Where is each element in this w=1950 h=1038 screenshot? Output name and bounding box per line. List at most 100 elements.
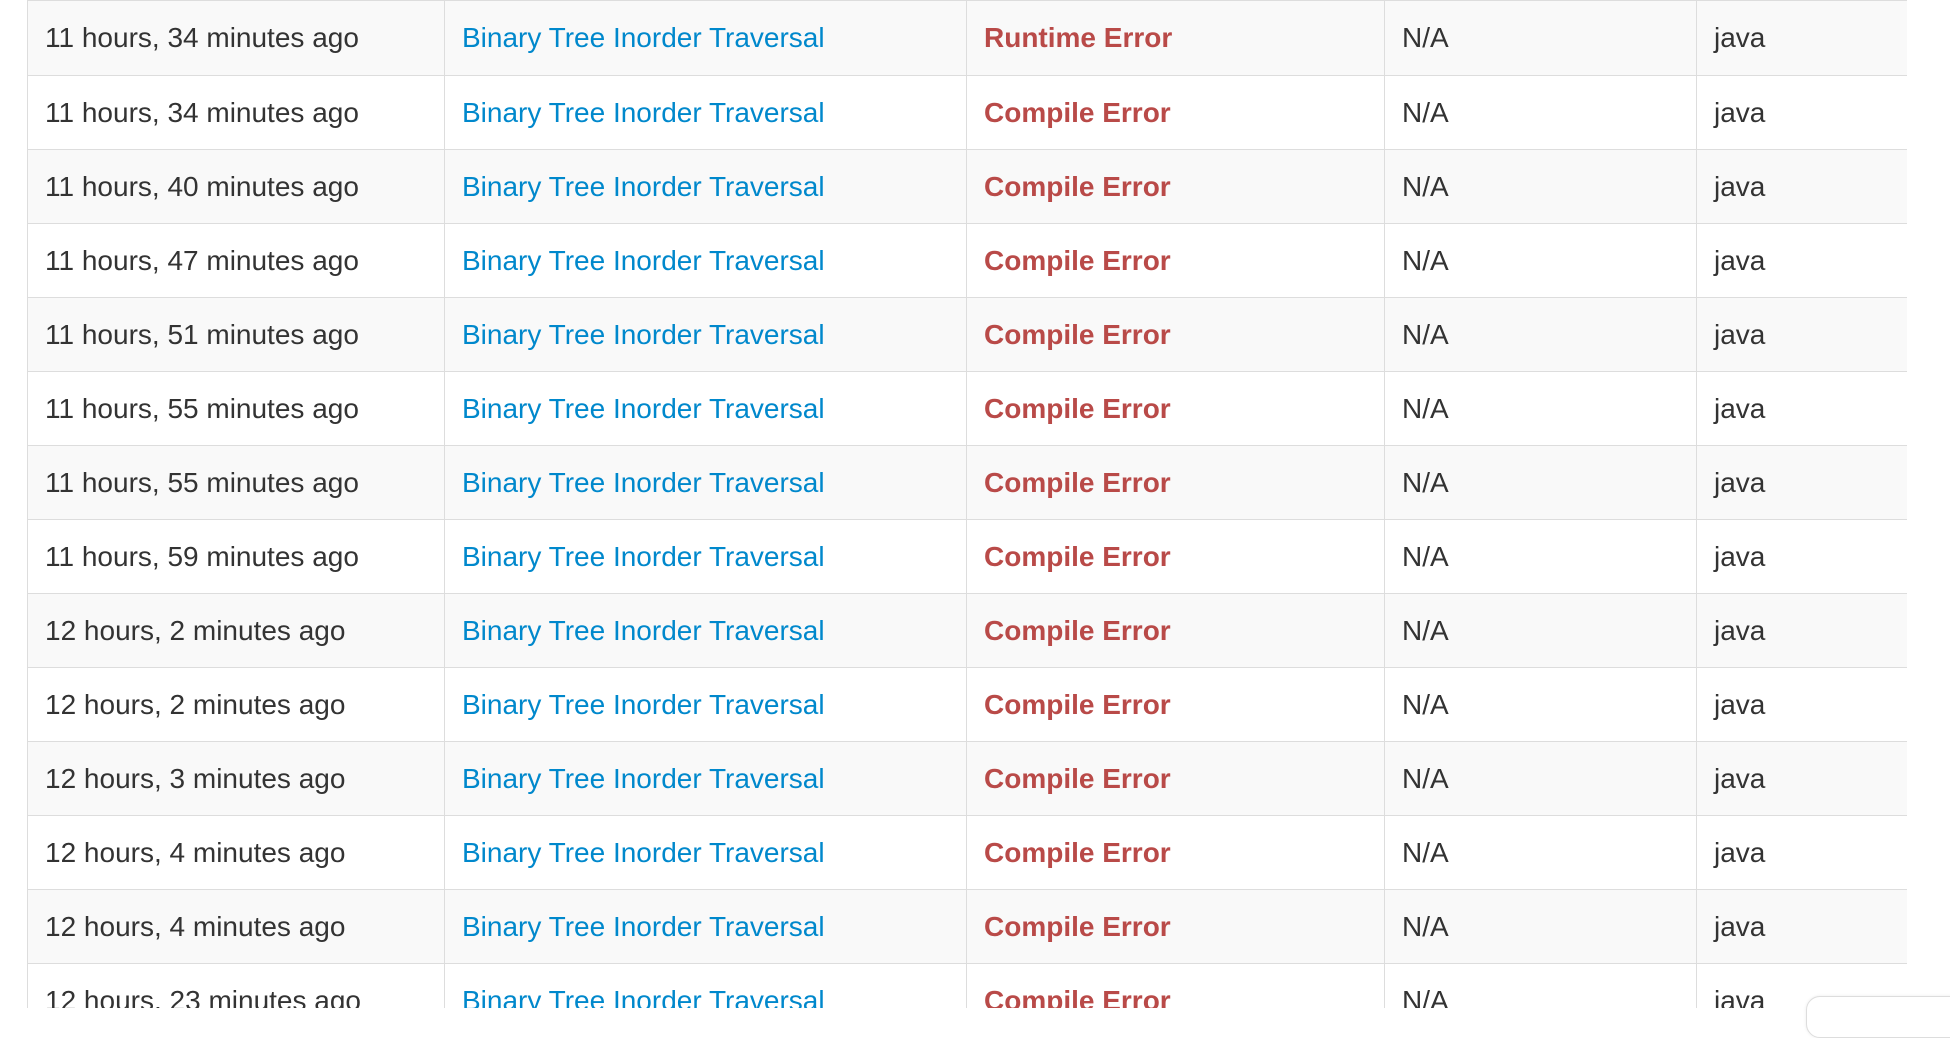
submission-row: 12 hours, 3 minutes ago Binary Tree Inor… (27, 741, 1907, 816)
submissions-table: 11 hours, 34 minutes ago Binary Tree Ino… (27, 0, 1907, 1008)
runtime-value: N/A (1384, 371, 1697, 446)
status-link[interactable]: Compile Error (984, 467, 1171, 498)
submitted-time: 12 hours, 2 minutes ago (27, 667, 445, 742)
status-link[interactable]: Compile Error (984, 245, 1171, 276)
runtime-value: N/A (1384, 741, 1697, 816)
submission-row: 11 hours, 59 minutes ago Binary Tree Ino… (27, 519, 1907, 594)
language-value: java (1696, 0, 1907, 76)
question-link[interactable]: Binary Tree Inorder Traversal (462, 763, 825, 794)
submitted-time: 12 hours, 4 minutes ago (27, 889, 445, 964)
submitted-time: 12 hours, 2 minutes ago (27, 593, 445, 668)
status-cell: Compile Error (966, 963, 1385, 1009)
submitted-time: 12 hours, 3 minutes ago (27, 741, 445, 816)
runtime-value: N/A (1384, 75, 1697, 150)
language-value: java (1696, 75, 1907, 150)
status-link[interactable]: Compile Error (984, 911, 1171, 942)
status-cell: Compile Error (966, 741, 1385, 816)
status-link[interactable]: Compile Error (984, 97, 1171, 128)
language-value: java (1696, 815, 1907, 890)
status-link[interactable]: Compile Error (984, 393, 1171, 424)
question-cell: Binary Tree Inorder Traversal (444, 741, 967, 816)
status-link[interactable]: Compile Error (984, 763, 1171, 794)
question-link[interactable]: Binary Tree Inorder Traversal (462, 837, 825, 868)
language-value: java (1696, 889, 1907, 964)
status-cell: Compile Error (966, 297, 1385, 372)
runtime-value: N/A (1384, 297, 1697, 372)
status-cell: Compile Error (966, 519, 1385, 594)
submitted-time: 11 hours, 40 minutes ago (27, 149, 445, 224)
floating-widget[interactable] (1806, 996, 1950, 1038)
status-link[interactable]: Compile Error (984, 319, 1171, 350)
question-link[interactable]: Binary Tree Inorder Traversal (462, 97, 825, 128)
question-cell: Binary Tree Inorder Traversal (444, 815, 967, 890)
language-value: java (1696, 741, 1907, 816)
status-link[interactable]: Compile Error (984, 985, 1171, 1009)
language-value: java (1696, 519, 1907, 594)
runtime-value: N/A (1384, 963, 1697, 1008)
language-value: java (1696, 371, 1907, 446)
status-link[interactable]: Compile Error (984, 837, 1171, 868)
question-link[interactable]: Binary Tree Inorder Traversal (462, 467, 825, 498)
submission-row: 12 hours, 2 minutes ago Binary Tree Inor… (27, 667, 1907, 742)
runtime-value: N/A (1384, 667, 1697, 742)
status-cell: Compile Error (966, 371, 1385, 446)
question-link[interactable]: Binary Tree Inorder Traversal (462, 541, 825, 572)
question-link[interactable]: Binary Tree Inorder Traversal (462, 245, 825, 276)
status-link[interactable]: Runtime Error (984, 22, 1172, 53)
status-link[interactable]: Compile Error (984, 615, 1171, 646)
status-cell: Compile Error (966, 593, 1385, 668)
question-link[interactable]: Binary Tree Inorder Traversal (462, 985, 825, 1009)
status-cell: Runtime Error (966, 0, 1385, 76)
status-cell: Compile Error (966, 223, 1385, 298)
status-link[interactable]: Compile Error (984, 689, 1171, 720)
submissions-table-body: 11 hours, 34 minutes ago Binary Tree Ino… (27, 0, 1907, 1009)
question-cell: Binary Tree Inorder Traversal (444, 593, 967, 668)
question-link[interactable]: Binary Tree Inorder Traversal (462, 911, 825, 942)
submission-row: 11 hours, 55 minutes ago Binary Tree Ino… (27, 445, 1907, 520)
question-cell: Binary Tree Inorder Traversal (444, 667, 967, 742)
submission-row: 11 hours, 34 minutes ago Binary Tree Ino… (27, 0, 1907, 76)
submitted-time: 11 hours, 59 minutes ago (27, 519, 445, 594)
submitted-time: 11 hours, 55 minutes ago (27, 445, 445, 520)
question-link[interactable]: Binary Tree Inorder Traversal (462, 171, 825, 202)
submitted-time: 11 hours, 51 minutes ago (27, 297, 445, 372)
status-link[interactable]: Compile Error (984, 171, 1171, 202)
submission-row: 11 hours, 34 minutes ago Binary Tree Ino… (27, 75, 1907, 150)
language-value: java (1696, 223, 1907, 298)
submitted-time: 12 hours, 23 minutes ago (27, 963, 445, 1008)
language-value: java (1696, 593, 1907, 668)
status-cell: Compile Error (966, 75, 1385, 150)
submissions-table-container: 11 hours, 34 minutes ago Binary Tree Ino… (27, 0, 1907, 1008)
language-value: java (1696, 149, 1907, 224)
submission-row: 11 hours, 47 minutes ago Binary Tree Ino… (27, 223, 1907, 298)
runtime-value: N/A (1384, 519, 1697, 594)
question-cell: Binary Tree Inorder Traversal (444, 519, 967, 594)
question-cell: Binary Tree Inorder Traversal (444, 149, 967, 224)
submission-row: 12 hours, 4 minutes ago Binary Tree Inor… (27, 889, 1907, 964)
submission-row: 12 hours, 4 minutes ago Binary Tree Inor… (27, 815, 1907, 890)
submission-row: 11 hours, 40 minutes ago Binary Tree Ino… (27, 149, 1907, 224)
question-link[interactable]: Binary Tree Inorder Traversal (462, 615, 825, 646)
submission-row: 11 hours, 51 minutes ago Binary Tree Ino… (27, 297, 1907, 372)
question-cell: Binary Tree Inorder Traversal (444, 297, 967, 372)
question-link[interactable]: Binary Tree Inorder Traversal (462, 393, 825, 424)
question-cell: Binary Tree Inorder Traversal (444, 0, 967, 76)
language-value: java (1696, 297, 1907, 372)
runtime-value: N/A (1384, 889, 1697, 964)
runtime-value: N/A (1384, 0, 1697, 76)
question-link[interactable]: Binary Tree Inorder Traversal (462, 319, 825, 350)
question-link[interactable]: Binary Tree Inorder Traversal (462, 689, 825, 720)
question-cell: Binary Tree Inorder Traversal (444, 963, 967, 1009)
question-link[interactable]: Binary Tree Inorder Traversal (462, 22, 825, 53)
language-value: java (1696, 445, 1907, 520)
submission-row: 11 hours, 55 minutes ago Binary Tree Ino… (27, 371, 1907, 446)
status-link[interactable]: Compile Error (984, 541, 1171, 572)
question-cell: Binary Tree Inorder Traversal (444, 371, 967, 446)
runtime-value: N/A (1384, 445, 1697, 520)
status-cell: Compile Error (966, 445, 1385, 520)
submitted-time: 11 hours, 34 minutes ago (27, 75, 445, 150)
submitted-time: 11 hours, 55 minutes ago (27, 371, 445, 446)
submission-row: 12 hours, 2 minutes ago Binary Tree Inor… (27, 593, 1907, 668)
status-cell: Compile Error (966, 667, 1385, 742)
runtime-value: N/A (1384, 593, 1697, 668)
